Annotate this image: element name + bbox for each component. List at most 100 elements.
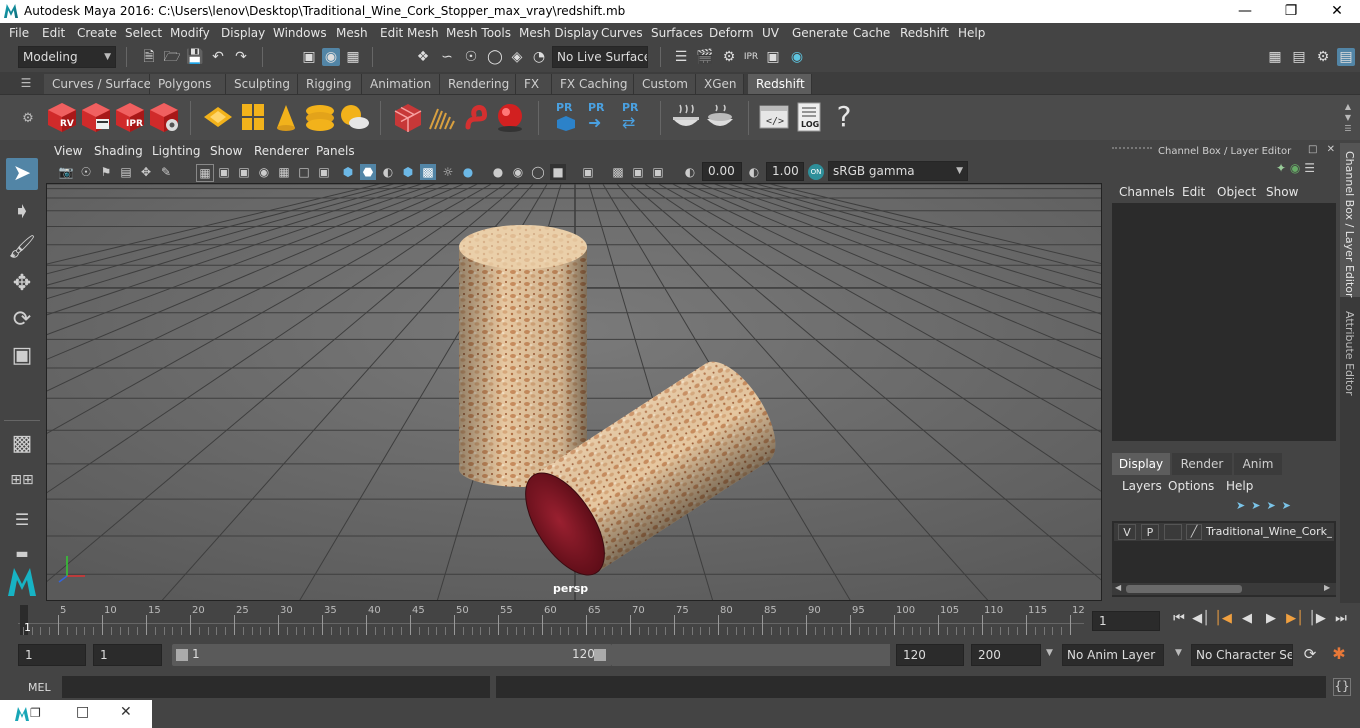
redshift-volume-icon[interactable] [392, 101, 424, 133]
scroll-left-icon[interactable]: ◀ [1115, 583, 1121, 592]
ipr-icon[interactable]: IPR [742, 48, 760, 66]
menu-mesh-tools[interactable]: Mesh Tools [446, 26, 511, 40]
play-backwards-icon[interactable]: ◀ [1238, 611, 1256, 626]
shelf-settings-icon[interactable]: ⚙ [20, 111, 36, 127]
new-layer-icon[interactable]: ➤ [1266, 499, 1281, 512]
menu-modify[interactable]: Modify [170, 26, 210, 40]
minimize-button[interactable]: — [1222, 0, 1268, 23]
animation-start-field[interactable]: 1 [18, 644, 86, 666]
green-circle-icon[interactable]: ◉ [1290, 161, 1300, 175]
channel-list[interactable] [1112, 203, 1336, 441]
redshift-pr-object-icon[interactable]: PR [552, 101, 584, 133]
menu-mesh-display[interactable]: Mesh Display [519, 26, 599, 40]
move-layer-down-icon[interactable]: ➤ [1251, 499, 1266, 512]
channel-box-icon[interactable]: ▤ [1337, 48, 1355, 66]
shelf-scroll-icon[interactable]: ▲ ▼ ☰ [1342, 101, 1354, 135]
redshift-shader-bowl-icon[interactable] [670, 101, 702, 133]
shelf-tab-custom[interactable]: Custom [634, 74, 696, 94]
menu-file[interactable]: File [9, 26, 29, 40]
menu-deform[interactable]: Deform [709, 26, 754, 40]
new-scene-icon[interactable]: 🗎 [140, 48, 158, 66]
menu-edit-mesh[interactable]: Edit Mesh [380, 26, 439, 40]
colorspace-selector[interactable]: sRGB gamma ▼ [828, 161, 968, 181]
viewport-menu-shading[interactable]: Shading [94, 144, 143, 158]
layer-list-scrollbar[interactable]: ◀ ▶ [1112, 583, 1336, 595]
layer-row[interactable]: V P ╱ Traditional_Wine_Cork_S [1114, 523, 1334, 541]
four-view-layout-icon[interactable]: ⊞⊞ [6, 464, 38, 496]
script-editor-icon[interactable]: {} [1333, 678, 1351, 696]
redshift-mesh-params-icon[interactable] [237, 101, 269, 133]
redshift-hair-icon[interactable] [426, 101, 458, 133]
redshift-shader-plate-icon[interactable] [704, 101, 736, 133]
redshift-help-icon[interactable]: ? [828, 101, 860, 133]
animation-end-field[interactable]: 200 [971, 644, 1041, 666]
grid-toggle-icon[interactable]: ▦ [196, 164, 214, 182]
channel-object-menu[interactable]: Object [1217, 185, 1256, 199]
timeline-ruler[interactable]: 1 5 10 15 20 25 30 35 40 45 50 55 60 65 70 75 80 85 90 95 1… [18, 605, 1085, 635]
menu-surfaces[interactable]: Surfaces [651, 26, 703, 40]
depth-of-field-icon[interactable]: ■ [550, 164, 566, 180]
menu-select[interactable]: Select [125, 26, 162, 40]
snap-view-icon[interactable]: ◯ [486, 48, 504, 66]
redshift-script-editor-icon[interactable]: </> [758, 101, 790, 133]
gamma-field[interactable]: 1.00 [766, 162, 804, 181]
maximize-icon[interactable]: □ [76, 704, 92, 720]
anti-aliasing-icon[interactable]: ◯ [530, 164, 546, 180]
command-input[interactable] [62, 676, 490, 698]
redshift-render-sequence-icon[interactable] [80, 101, 112, 133]
snap-point-icon[interactable]: ☉ [462, 48, 480, 66]
redshift-material-ball-icon[interactable] [494, 101, 526, 133]
shelf-tab-redshift[interactable]: Redshift [748, 74, 812, 94]
redshift-curve-icon[interactable] [462, 101, 494, 133]
current-frame-field[interactable]: 1 [1092, 611, 1160, 631]
wireframe-icon[interactable]: ⬢ [340, 164, 356, 180]
exposure-icon[interactable]: ◐ [682, 164, 698, 180]
scroll-right-icon[interactable]: ▶ [1324, 583, 1330, 592]
menu-cache[interactable]: Cache [853, 26, 890, 40]
save-scene-icon[interactable]: 💾 [186, 48, 204, 66]
layer-tab-render[interactable]: Render [1172, 453, 1232, 475]
grease-pencil-icon[interactable]: ✎ [158, 164, 174, 180]
modeling-toolkit-icon[interactable]: ▦ [1266, 48, 1284, 66]
history-icon[interactable]: ☰ [672, 48, 690, 66]
render-view-icon[interactable]: ▣ [764, 48, 782, 66]
range-bar-track[interactable] [612, 644, 890, 666]
new-layer-selected-icon[interactable]: ➤ [1282, 499, 1297, 512]
bookmark-icon[interactable]: ⚑ [98, 164, 114, 180]
isolate-select-icon[interactable]: ▣ [580, 164, 596, 180]
textured-icon[interactable]: ▩ [420, 164, 436, 180]
range-end-handle[interactable] [594, 649, 606, 661]
anim-layer-selector[interactable]: No Anim Layer [1062, 644, 1164, 666]
snap-surface-icon[interactable]: ◈ [508, 48, 526, 66]
channels-menu[interactable]: Channels [1119, 185, 1175, 199]
move-tool-icon[interactable]: ✥ [6, 268, 38, 300]
maya-window-icon[interactable] [14, 706, 30, 722]
redshift-pr-swap-icon[interactable]: PR ⇄ [618, 101, 650, 133]
menu-curves[interactable]: Curves [601, 26, 643, 40]
channel-edit-menu[interactable]: Edit [1182, 185, 1205, 199]
step-back-frame-icon[interactable]: ◀│ [1192, 611, 1210, 626]
maya-home-icon[interactable] [6, 566, 38, 598]
chevron-down-icon[interactable]: ▼ [1175, 648, 1182, 658]
layers-icon[interactable]: ☰ [1304, 161, 1315, 175]
2d-pan-zoom-icon[interactable]: ✥ [138, 164, 154, 180]
step-back-key-icon[interactable]: │◀ [1214, 611, 1232, 626]
viewport-menu-show[interactable]: Show [210, 144, 242, 158]
shadows-icon[interactable]: ● [460, 164, 476, 180]
select-tool-icon[interactable]: ➤ [6, 158, 38, 190]
render-frame-icon[interactable]: 🎬 [696, 48, 714, 66]
attribute-editor-icon[interactable]: ▤ [1290, 48, 1308, 66]
open-scene-icon[interactable]: 🗁 [163, 48, 181, 66]
panel-drag-handle[interactable] [1112, 147, 1152, 155]
close-icon[interactable]: ✕ [120, 704, 136, 720]
close-button[interactable]: ✕ [1314, 0, 1360, 23]
undo-icon[interactable]: ↶ [209, 48, 227, 66]
close-panel-icon[interactable]: ✕ [1327, 144, 1335, 155]
default-material-icon[interactable]: ⬢ [400, 164, 416, 180]
hypershade-icon[interactable]: ◉ [788, 48, 806, 66]
layer-playback-toggle[interactable]: P [1141, 524, 1159, 540]
step-forward-key-icon[interactable]: ▶│ [1286, 611, 1304, 626]
snap-grid-icon[interactable]: ❖ [414, 48, 432, 66]
range-bar[interactable]: 1 120 [172, 644, 612, 666]
shelf-tab-sculpting[interactable]: Sculpting [226, 74, 298, 94]
